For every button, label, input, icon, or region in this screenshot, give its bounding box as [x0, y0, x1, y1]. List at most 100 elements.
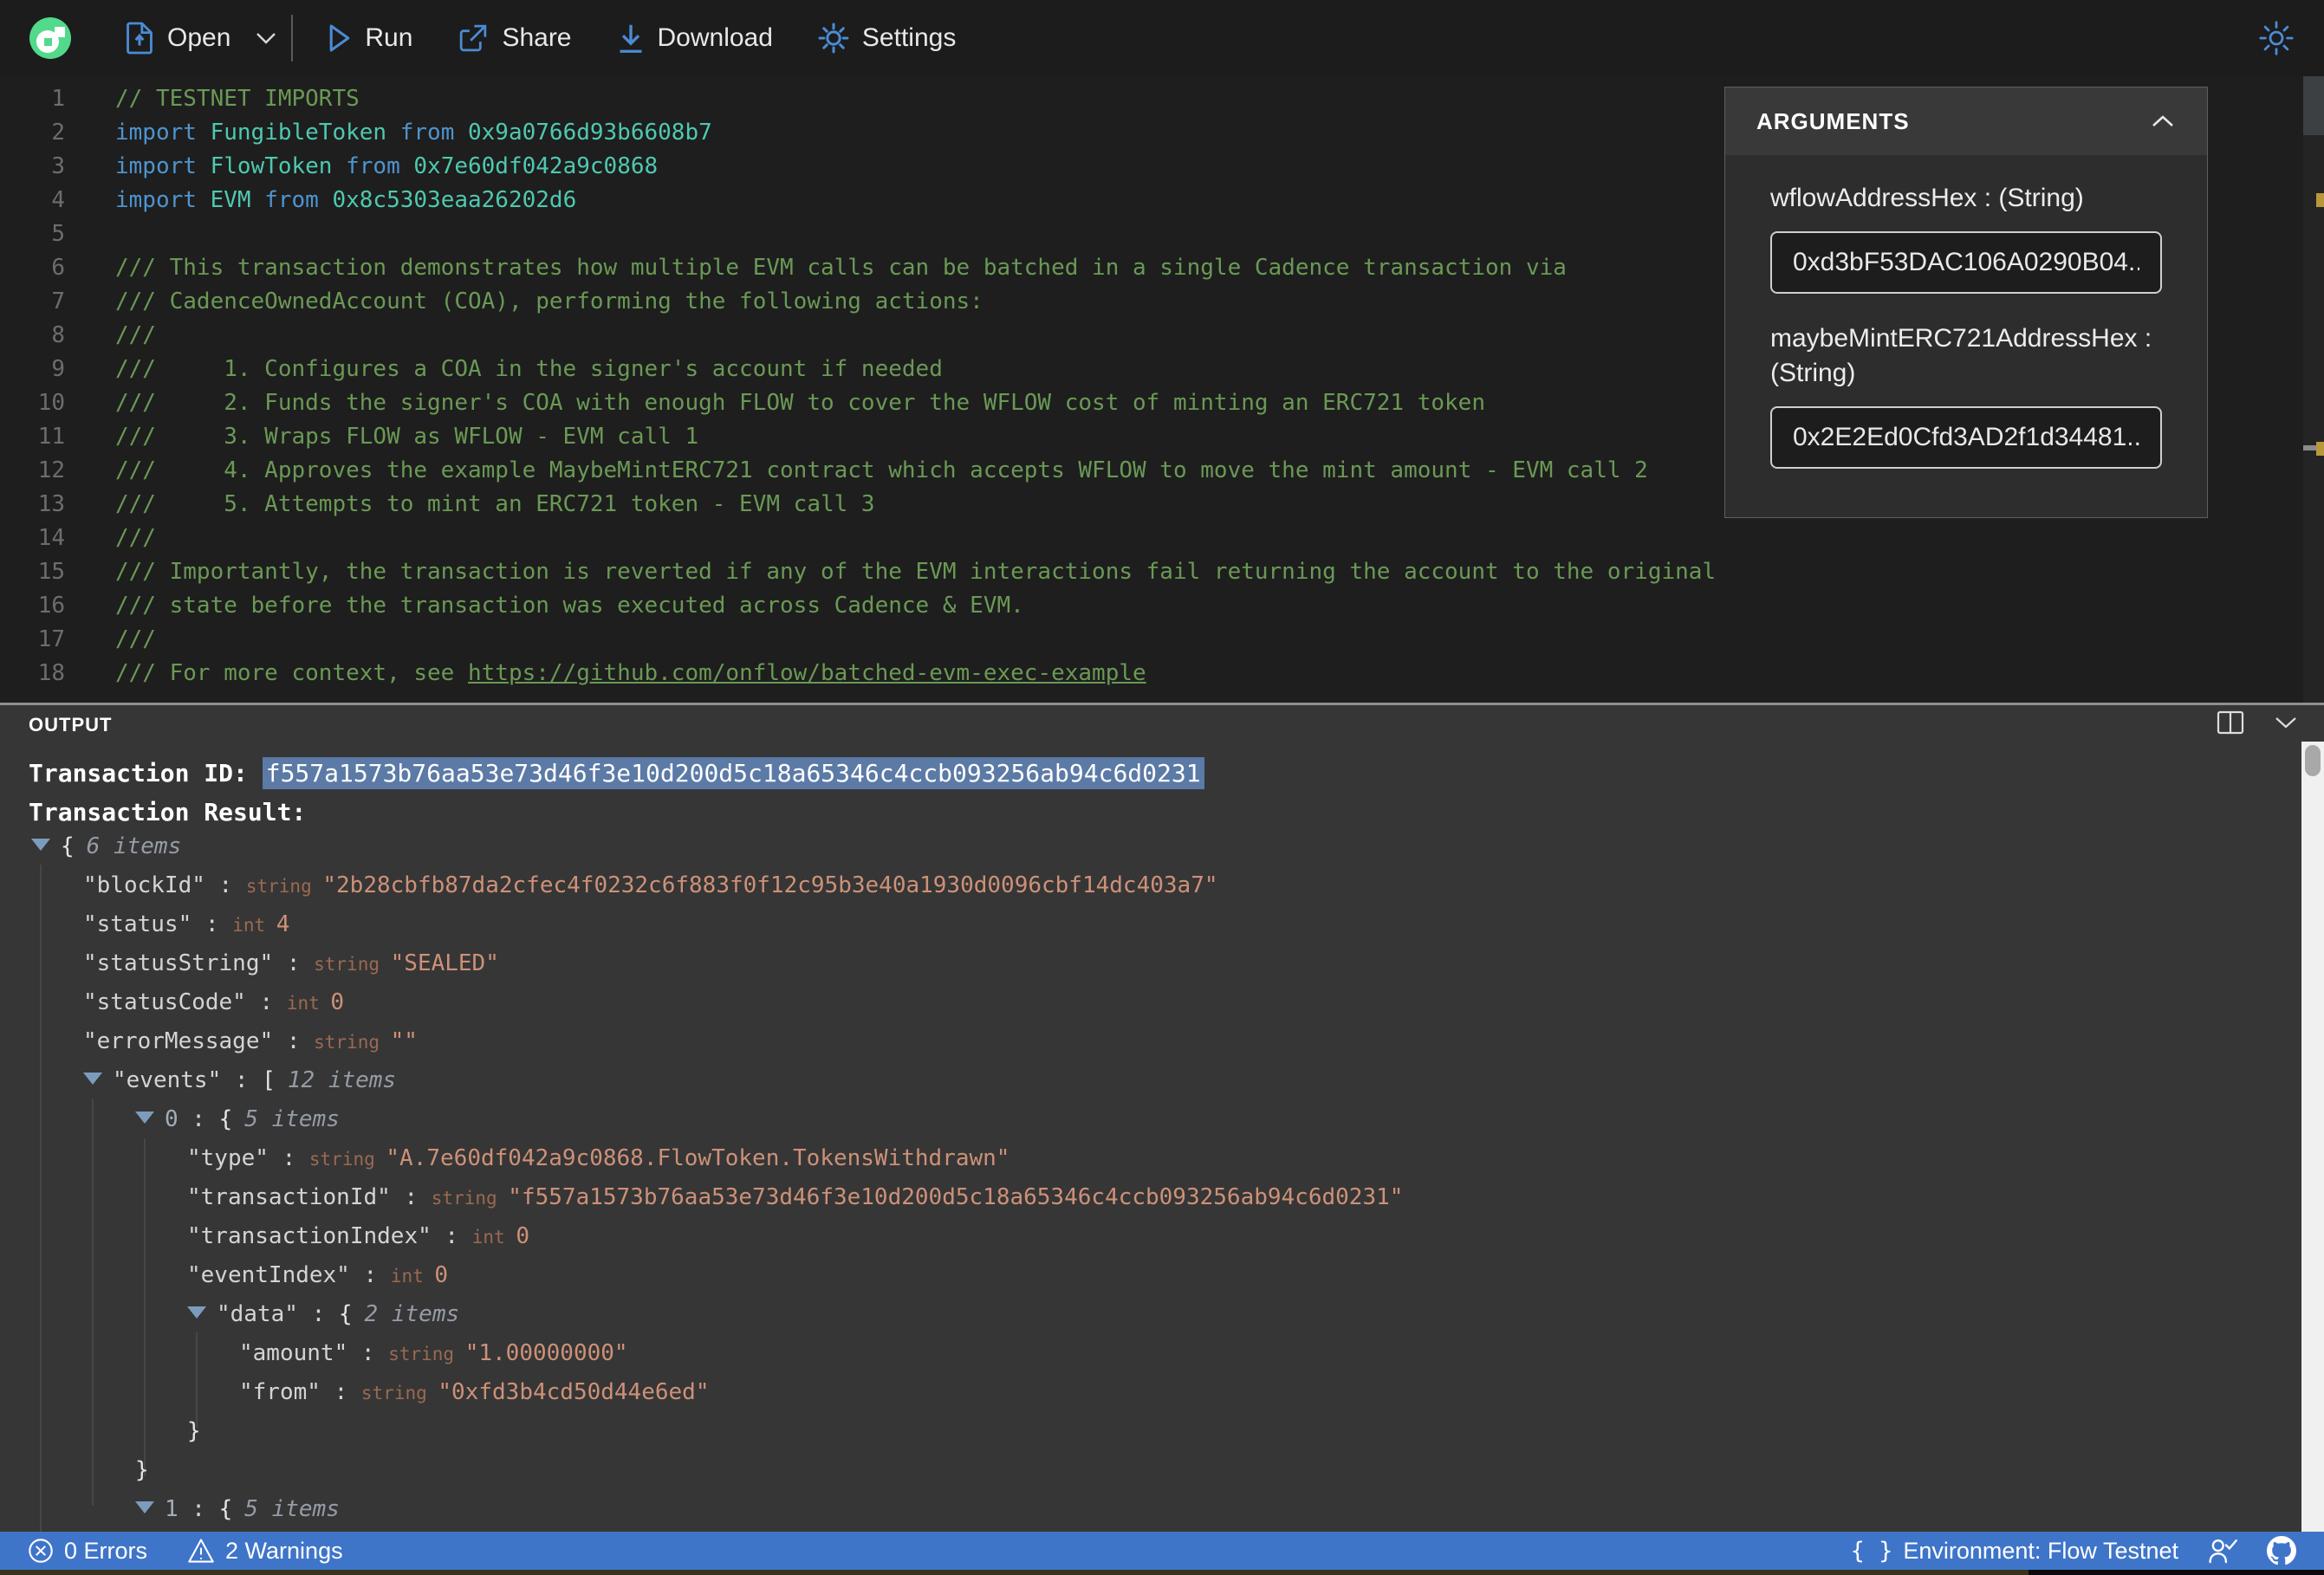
value-type-label: string [314, 1032, 391, 1053]
output-title: OUTPUT [29, 714, 113, 736]
value-type-label: string [431, 1188, 509, 1209]
value-type-label: string [388, 1344, 465, 1364]
open-brace: [ [262, 1067, 276, 1093]
split-panel-icon[interactable] [2217, 710, 2244, 735]
code-line[interactable]: 14 /// [0, 522, 2324, 555]
json-tree-row: "status" : int 4 [0, 911, 2301, 950]
json-tree-row: } [0, 1457, 2301, 1496]
warning-triangle-icon [187, 1538, 215, 1564]
line-number: 12 [37, 457, 65, 483]
json-value: 4 [276, 911, 290, 937]
line-number: 5 [51, 221, 65, 247]
code-token: /// 1. Configures a COA in the signer's … [115, 356, 943, 382]
download-button[interactable]: Download [617, 23, 773, 54]
close-brace: } [135, 1457, 149, 1483]
value-type-label: int [232, 915, 276, 936]
json-value: 0 [516, 1223, 529, 1249]
environment-indicator[interactable]: { } Environment: Flow Testnet [1851, 1538, 2178, 1565]
warnings-indicator[interactable]: 2 Warnings [187, 1538, 343, 1565]
colon: : [390, 1184, 432, 1210]
code-token: /// CadenceOwnedAccount (COA), performin… [115, 288, 983, 314]
colon: : [178, 1496, 219, 1522]
download-icon [617, 23, 645, 54]
run-button[interactable]: Run [328, 23, 412, 53]
colon: : [320, 1379, 361, 1405]
json-key: "transactionIndex" [187, 1223, 432, 1249]
open-dropdown-chevron[interactable] [255, 31, 277, 45]
line-number: 9 [51, 356, 65, 382]
ruler-dash [2303, 445, 2316, 450]
json-tree-row: "eventIndex" : int 0 [0, 1262, 2301, 1301]
colon: : [297, 1301, 339, 1327]
json-value: 0 [434, 1262, 449, 1288]
code-token: /// Importantly, the transaction is reve… [115, 559, 1717, 585]
colon: : [221, 1067, 263, 1093]
transaction-id-value[interactable]: f557a1573b76aa53e73d46f3e10d200d5c18a653… [262, 757, 1204, 789]
code-token: 0x7e60df042a9c0868 [413, 153, 659, 179]
code-line[interactable]: 18 /// For more context, see https://gith… [0, 657, 2324, 690]
expand-triangle-icon[interactable] [31, 839, 50, 851]
code-token: EVM [210, 187, 251, 213]
code-token: /// [115, 626, 156, 652]
expand-triangle-icon[interactable] [83, 1073, 102, 1085]
settings-button[interactable]: Settings [818, 23, 956, 54]
expand-triangle-icon[interactable] [135, 1501, 154, 1513]
open-brace: { [218, 1106, 233, 1132]
wflow-address-input[interactable] [1770, 231, 2162, 294]
json-tree-row: "statusString" : string "SEALED" [0, 950, 2301, 989]
json-key: "from" [239, 1379, 321, 1405]
line-number: 18 [37, 660, 65, 686]
status-bar: 0 Errors 2 Warnings { } Environment: Flo… [0, 1532, 2324, 1570]
code-token: import [115, 153, 211, 179]
github-icon[interactable] [2267, 1536, 2296, 1565]
line-number: 1 [51, 86, 65, 112]
share-label: Share [502, 23, 572, 52]
colon: : [245, 989, 287, 1015]
value-type-label: string [245, 876, 323, 897]
array-index: 0 [165, 1106, 179, 1132]
value-type-label: int [286, 993, 331, 1014]
share-button[interactable]: Share [458, 23, 572, 54]
code-token: /// [115, 322, 156, 348]
sun-icon [2258, 20, 2295, 56]
code-line[interactable]: 17 /// [0, 623, 2324, 657]
collapse-chevron-up-icon[interactable] [2150, 113, 2176, 129]
code-line[interactable]: 16 /// state before the transaction was e… [0, 589, 2324, 623]
code-token: 0x8c5303eaa26202d6 [332, 187, 577, 213]
code-token: /// This transaction demonstrates how mu… [115, 255, 1567, 281]
expand-triangle-icon[interactable] [135, 1112, 154, 1124]
colon: : [431, 1223, 472, 1249]
line-number: 2 [51, 120, 65, 146]
settings-label: Settings [861, 23, 957, 52]
errors-indicator[interactable]: 0 Errors [28, 1538, 147, 1565]
editor-scrollbar-thumb[interactable] [2303, 76, 2324, 135]
argument-label: wflowAddressHex : (String) [1770, 184, 2084, 212]
flow-logo-icon[interactable] [29, 17, 71, 59]
output-scrollbar[interactable] [2301, 742, 2324, 1570]
code-link[interactable]: https://github.com/onflow/batched-evm-ex… [468, 660, 1146, 686]
download-label: Download [657, 23, 773, 52]
theme-toggle-button[interactable] [2258, 20, 2295, 56]
colon: : [178, 1106, 219, 1132]
run-label: Run [365, 23, 413, 52]
feedback-person-icon[interactable] [2208, 1538, 2237, 1564]
collapse-output-chevron-icon[interactable] [2274, 716, 2298, 729]
panel-resize-handle[interactable] [0, 703, 2324, 705]
toolbar: Open Run Share Download Settings [0, 0, 2324, 76]
json-tree-row: "from" : string "0xfd3b4cd50d44e6ed" [0, 1379, 2301, 1418]
expand-triangle-icon[interactable] [187, 1306, 206, 1319]
arguments-header[interactable]: ARGUMENTS [1725, 88, 2207, 155]
code-token: /// [115, 525, 156, 551]
items-count: 6 items [86, 833, 182, 859]
code-line[interactable]: 15 /// Importantly, the transaction is re… [0, 555, 2324, 589]
json-key: "statusCode" [83, 989, 246, 1015]
line-number: 8 [51, 322, 65, 348]
code-token: // TESTNET IMPORTS [115, 86, 360, 112]
value-type-label: int [390, 1266, 435, 1287]
maybemint-address-input[interactable] [1770, 406, 2162, 469]
open-button[interactable]: Open [125, 22, 230, 55]
open-brace: { [338, 1301, 353, 1327]
editor-overview-ruler[interactable] [2303, 76, 2324, 703]
gear-icon [818, 23, 849, 54]
output-scrollbar-thumb[interactable] [2305, 745, 2321, 776]
